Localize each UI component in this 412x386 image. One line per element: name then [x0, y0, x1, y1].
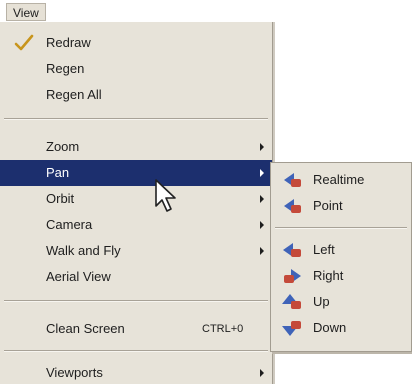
pan-up-icon [282, 294, 301, 309]
menu-item-camera[interactable]: Camera [0, 212, 272, 238]
menu-item-viewports[interactable]: Viewports [0, 360, 272, 386]
submenu-item-left[interactable]: Left [271, 237, 411, 263]
submenu-item-label: Up [313, 294, 330, 309]
menu-item-clean-screen[interactable]: Clean Screen CTRL+0 [0, 316, 272, 342]
menu-separator [4, 300, 268, 302]
checkmark-icon [14, 34, 34, 51]
pan-point-icon [284, 199, 301, 213]
menu-item-label: Orbit [46, 191, 75, 206]
menu-item-redraw[interactable]: Redraw [0, 30, 272, 56]
menu-separator [4, 350, 268, 352]
submenu-item-up[interactable]: Up [271, 289, 411, 315]
submenu-arrow-icon [260, 369, 264, 377]
pan-realtime-icon [284, 173, 301, 187]
menu-item-label: Aerial View [46, 269, 111, 284]
menu-item-orbit[interactable]: Orbit [0, 186, 272, 212]
menu-item-label: Regen [46, 61, 85, 76]
menu-item-zoom[interactable]: Zoom [0, 134, 272, 160]
view-menu: Redraw Regen Regen All Zoom Pan Orbit Ca… [0, 22, 273, 384]
menu-item-aerial-view[interactable]: Aerial View [0, 264, 272, 290]
pan-left-icon [283, 243, 301, 257]
pan-right-icon [284, 269, 301, 283]
submenu-item-label: Down [313, 320, 347, 335]
menu-item-label: Regen All [46, 87, 102, 102]
submenu-arrow-icon [260, 169, 264, 177]
pan-down-icon [282, 321, 301, 336]
submenu-item-realtime[interactable]: Realtime [271, 167, 411, 193]
menu-item-pan[interactable]: Pan [0, 160, 272, 186]
menu-item-walk-and-fly[interactable]: Walk and Fly [0, 238, 272, 264]
menu-item-regen[interactable]: Regen [0, 56, 272, 82]
menu-item-label: Camera [46, 217, 93, 232]
submenu-item-label: Realtime [313, 172, 365, 187]
submenu-arrow-icon [260, 195, 264, 203]
menu-item-label: Walk and Fly [46, 243, 121, 258]
menu-item-label: Pan [46, 165, 70, 180]
submenu-item-label: Left [313, 242, 335, 257]
menu-item-label: Zoom [46, 139, 80, 154]
pan-submenu: Realtime Point Left Right Up Down [270, 162, 412, 352]
menu-bar: View [0, 0, 412, 24]
submenu-item-down[interactable]: Down [271, 315, 411, 341]
menu-separator [4, 118, 268, 120]
menu-view[interactable]: View [6, 3, 46, 21]
mouse-cursor-icon [155, 179, 176, 212]
menu-item-label: Clean Screen [46, 321, 125, 336]
menu-item-label: Redraw [46, 35, 91, 50]
menu-item-regen-all[interactable]: Regen All [0, 82, 272, 108]
submenu-item-label: Right [313, 268, 344, 283]
submenu-item-right[interactable]: Right [271, 263, 411, 289]
menu-item-label: Viewports [46, 365, 103, 380]
submenu-item-label: Point [313, 198, 343, 213]
submenu-arrow-icon [260, 247, 264, 255]
submenu-arrow-icon [260, 221, 264, 229]
submenu-item-point[interactable]: Point [271, 193, 411, 219]
submenu-arrow-icon [260, 143, 264, 151]
submenu-separator [275, 227, 407, 229]
menu-item-shortcut: CTRL+0 [202, 323, 244, 335]
